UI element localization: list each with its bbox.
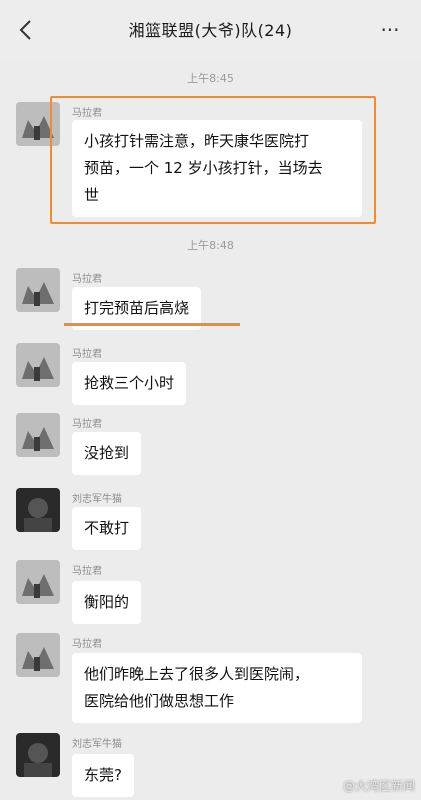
sender-name: 马拉君	[72, 639, 102, 650]
timestamp: 上午8:48	[187, 239, 234, 252]
chat-header: 湘篮联盟(大爷)队(24) ···	[0, 0, 421, 60]
sender-name: 刘志军牛猫	[72, 739, 122, 750]
sender-name: 马拉君	[72, 566, 102, 577]
sender-name: 马拉君	[72, 274, 102, 285]
avatar[interactable]	[16, 488, 60, 532]
chat-title: 湘篮联盟(大爷)队(24)	[128, 21, 293, 40]
avatar[interactable]	[16, 633, 60, 677]
watermark: @大湾区新闻	[342, 779, 415, 793]
avatar[interactable]	[16, 733, 60, 777]
message-bubble[interactable]: 没抢到	[72, 432, 142, 475]
highlight-box	[50, 96, 376, 224]
sender-name: 马拉君	[72, 349, 102, 360]
message-bubble[interactable]: 东莞?	[72, 754, 134, 797]
avatar[interactable]	[16, 560, 60, 604]
avatar[interactable]	[16, 343, 60, 387]
avatar[interactable]	[16, 413, 60, 457]
message-bubble[interactable]: 他们昨晚上去了很多人到医院闹， 医院给他们做思想工作	[72, 653, 362, 723]
message-bubble[interactable]: 不敢打	[72, 507, 142, 550]
message-bubble[interactable]: 衡阳的	[72, 581, 142, 624]
avatar[interactable]	[16, 268, 60, 312]
highlight-underline	[64, 323, 240, 326]
message-line: 医院给他们做思想工作	[84, 692, 235, 710]
timestamp: 上午8:45	[187, 72, 234, 85]
more-dots-icon[interactable]: ···	[377, 20, 403, 40]
message-bubble[interactable]: 抢救三个小时	[72, 362, 187, 405]
sender-name: 马拉君	[72, 419, 102, 430]
message-line: 他们昨晚上去了很多人到医院闹，	[84, 665, 310, 683]
sender-name: 刘志军牛猫	[72, 494, 122, 505]
